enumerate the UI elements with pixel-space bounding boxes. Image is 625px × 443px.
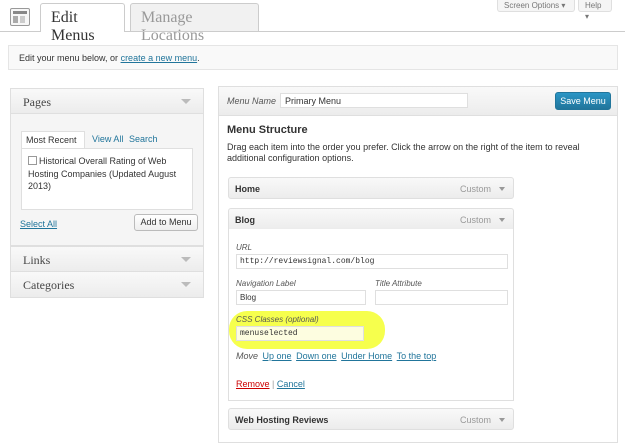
menu-icon [10,8,30,26]
navigation-label-label: Navigation Label [236,279,296,288]
move-label: Move [236,351,259,361]
links-box[interactable]: Links [10,246,204,272]
menu-name-label: Menu Name [227,96,277,106]
menu-item-title: Blog [235,215,255,225]
subtab-search[interactable]: Search [129,134,158,144]
move-to-top-link[interactable]: To the top [397,351,437,361]
menu-item-type: Custom [459,215,491,225]
remove-link[interactable]: Remove [236,379,270,389]
cancel-link[interactable]: Cancel [277,379,305,389]
categories-title[interactable]: Categories [11,272,203,297]
page-item-label: Historical Overall Rating of Web Hosting… [28,156,177,191]
menu-header: Menu Name Save Menu [219,87,617,116]
notice-text: Edit your menu below, or [19,53,121,63]
add-to-menu-button[interactable]: Add to Menu [134,214,198,231]
title-attribute-input[interactable] [375,290,508,305]
title-attribute-label: Title Attribute [375,279,422,288]
url-input[interactable]: http://reviewsignal.com/blog [236,254,508,269]
save-menu-button[interactable]: Save Menu [555,92,611,110]
css-classes-label: CSS Classes (optional) [236,315,319,324]
links-title[interactable]: Links [11,247,203,272]
pages-box: Pages Most Recent View All Search Histor… [10,88,204,246]
edit-menu-notice: Edit your menu below, or create a new me… [8,45,618,70]
menu-structure-title: Menu Structure [227,124,308,136]
remove-cancel-row: Remove | Cancel [236,379,305,389]
pages-title[interactable]: Pages [11,89,203,114]
chevron-down-icon[interactable] [181,257,191,262]
pages-list: Historical Overall Rating of Web Hosting… [21,148,193,210]
menu-item-settings: URL http://reviewsignal.com/blog Navigat… [228,229,514,401]
menu-item-type: Custom [459,415,491,425]
create-new-menu-link[interactable]: create a new menu [121,53,198,63]
subtab-most-recent[interactable]: Most Recent [21,131,85,149]
chevron-down-icon[interactable] [181,282,191,287]
move-under-home-link[interactable]: Under Home [341,351,392,361]
chevron-down-icon[interactable] [499,187,505,191]
select-all-link[interactable]: Select All [20,219,57,229]
menu-item-web-hosting-reviews[interactable]: Web Hosting Reviews Custom [228,408,514,430]
menu-item-home[interactable]: Home Custom [228,177,514,199]
move-down-one-link[interactable]: Down one [296,351,337,361]
css-classes-input[interactable]: menuselected [236,326,364,341]
notice-suffix: . [197,53,200,63]
separator: | [272,379,275,389]
menu-structure-description: Drag each item into the order you prefer… [227,142,580,163]
chevron-down-icon[interactable] [181,99,191,104]
menu-item-type: Custom [459,184,491,194]
menu-item-title: Home [235,184,261,194]
move-up-one-link[interactable]: Up one [263,351,292,361]
navigation-label-input[interactable]: Blog [236,290,366,305]
menu-item-blog[interactable]: Blog Custom [228,208,514,230]
subtab-view-all[interactable]: View All [92,134,123,144]
menu-edit-panel: Menu Name Save Menu Menu Structure Drag … [218,86,618,443]
help-button[interactable]: Help ▾ [578,0,612,21]
menu-name-input[interactable] [280,93,468,108]
tab-manage-locations[interactable]: Manage Locations [130,3,259,44]
tab-edit-menus[interactable]: Edit Menus [40,3,125,44]
screen-options-button[interactable]: Screen Options ▾ [497,0,575,12]
chevron-down-icon[interactable] [499,418,505,422]
url-label: URL [236,243,253,252]
page-checkbox[interactable] [28,156,37,165]
chevron-down-icon[interactable] [499,218,505,222]
menu-item-title: Web Hosting Reviews [235,415,329,425]
move-row: Move Up one Down one Under Home To the t… [236,351,436,361]
categories-box[interactable]: Categories [10,271,204,298]
